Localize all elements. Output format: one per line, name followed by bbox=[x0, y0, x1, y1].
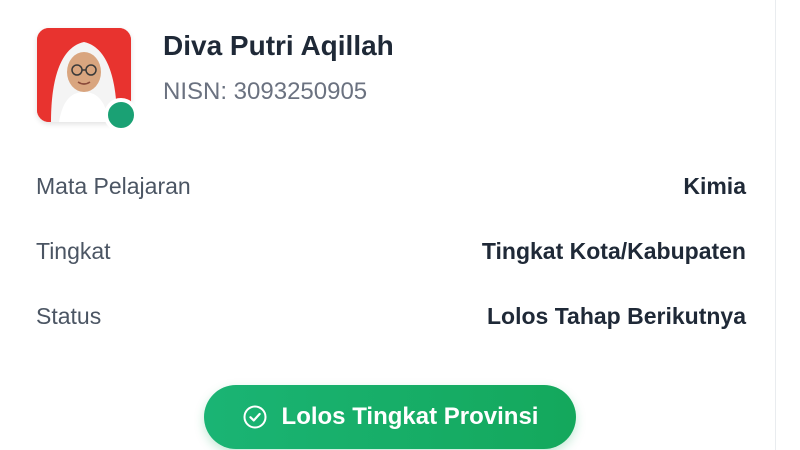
page-background-strip bbox=[777, 0, 800, 450]
result-badge-label: Lolos Tingkat Provinsi bbox=[281, 403, 539, 430]
detail-row-level: Tingkat Tingkat Kota/Kabupaten bbox=[36, 233, 746, 269]
detail-label: Status bbox=[36, 302, 102, 329]
detail-label: Mata Pelajaran bbox=[36, 172, 191, 199]
detail-label: Tingkat bbox=[36, 237, 111, 264]
student-nisn: NISN: 3093250905 bbox=[163, 78, 368, 105]
detail-row-subject: Mata Pelajaran Kimia bbox=[36, 168, 746, 204]
student-card: Diva Putri Aqillah NISN: 3093250905 Mata… bbox=[0, 0, 776, 450]
detail-value: Lolos Tahap Berikutnya bbox=[486, 302, 746, 329]
detail-row-status: Status Lolos Tahap Berikutnya bbox=[36, 298, 746, 334]
detail-value: Tingkat Kota/Kabupaten bbox=[481, 237, 746, 264]
detail-value: Kimia bbox=[683, 172, 746, 199]
online-status-indicator bbox=[104, 98, 138, 132]
check-circle-icon bbox=[242, 404, 268, 430]
student-name: Diva Putri Aqillah bbox=[163, 30, 394, 61]
result-badge-button[interactable]: Lolos Tingkat Provinsi bbox=[204, 385, 576, 449]
